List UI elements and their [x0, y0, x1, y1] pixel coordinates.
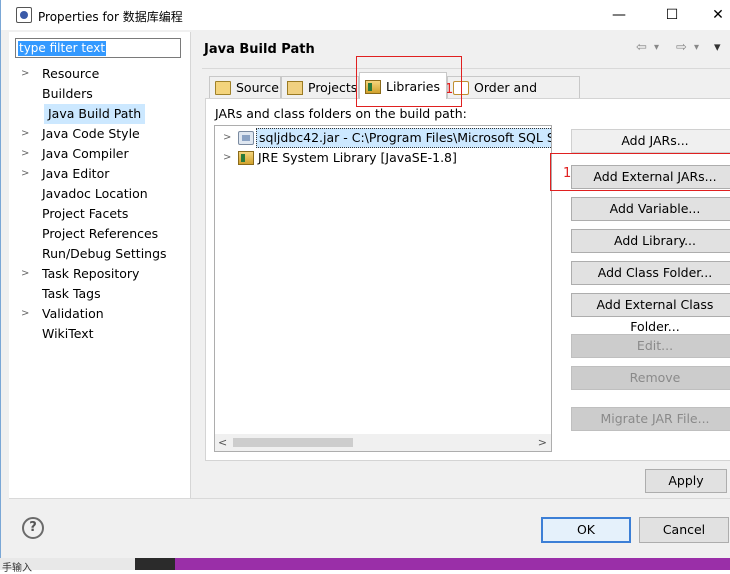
- sidebar-item-task-tags[interactable]: Task Tags: [17, 284, 189, 304]
- expand-arrow-icon[interactable]: >: [21, 124, 31, 144]
- sidebar-item-task-repository[interactable]: > Task Repository: [17, 264, 189, 284]
- background-text: 手输入: [2, 563, 32, 574]
- edit-button[interactable]: Edit...: [571, 334, 730, 358]
- library-entry-jre[interactable]: > JRE System Library [JavaSE-1.8]: [215, 148, 551, 168]
- sidebar-item-java-compiler[interactable]: > Java Compiler: [17, 144, 189, 164]
- sidebar-item-label: Project References: [42, 226, 159, 241]
- add-library-button[interactable]: Add Library...: [571, 229, 730, 253]
- expand-arrow-icon[interactable]: >: [21, 64, 31, 84]
- project-folder-icon: [287, 81, 303, 95]
- library-entry-label: sqljdbc42.jar - C:\Program Files\Microso…: [256, 128, 551, 148]
- scroll-right-icon[interactable]: >: [538, 434, 547, 451]
- add-variable-button[interactable]: Add Variable...: [571, 197, 730, 221]
- expand-arrow-icon[interactable]: >: [21, 264, 31, 284]
- sidebar-item-wikitext[interactable]: WikiText: [17, 324, 189, 344]
- sidebar-item-label: Run/Debug Settings: [42, 246, 167, 261]
- sidebar-item-label: Validation: [42, 306, 104, 321]
- sidebar-item-validation[interactable]: > Validation: [17, 304, 189, 324]
- sidebar-item-label: Resource: [42, 66, 100, 81]
- minimize-button[interactable]: —: [596, 0, 642, 30]
- separator: [9, 498, 730, 499]
- sidebar-item-project-references[interactable]: Project References: [17, 224, 189, 244]
- sidebar-item-label: Java Editor: [42, 166, 110, 181]
- scroll-left-icon[interactable]: <: [218, 434, 227, 451]
- libraries-icon: [365, 80, 381, 94]
- cancel-button[interactable]: Cancel: [639, 517, 729, 543]
- library-tree[interactable]: > sqljdbc42.jar - C:\Program Files\Micro…: [214, 125, 552, 452]
- tab-label: Projects: [308, 80, 358, 95]
- add-class-folder-button[interactable]: Add Class Folder...: [571, 261, 730, 285]
- source-folder-icon: [215, 81, 231, 95]
- tab-projects[interactable]: Projects: [281, 76, 359, 98]
- sidebar-item-javadoc-location[interactable]: Javadoc Location: [17, 184, 189, 204]
- remove-button[interactable]: Remove: [571, 366, 730, 390]
- sidebar-item-label: Java Code Style: [42, 126, 140, 141]
- expand-arrow-icon[interactable]: >: [21, 304, 31, 324]
- expand-arrow-icon[interactable]: >: [223, 148, 231, 168]
- sidebar-item-label: Project Facets: [42, 206, 129, 221]
- title-bar: Properties for 数据库编程 — ☐ ✕: [1, 0, 730, 30]
- horizontal-scrollbar[interactable]: < >: [215, 434, 551, 451]
- migrate-jar-button[interactable]: Migrate JAR File...: [571, 407, 730, 431]
- build-path-label: JARs and class folders on the build path…: [215, 106, 467, 121]
- sidebar-item-label: Javadoc Location: [42, 186, 148, 201]
- properties-dialog: Properties for 数据库编程 — ☐ ✕ type filter t…: [0, 0, 730, 560]
- scrollbar-thumb[interactable]: [233, 438, 353, 447]
- expand-arrow-icon[interactable]: >: [21, 144, 31, 164]
- tab-order-and-export[interactable]: Order and Export: [447, 76, 580, 115]
- forward-arrow-icon[interactable]: ⇨: [676, 40, 687, 55]
- sidebar-item-label: Java Compiler: [42, 146, 129, 161]
- window-title: Properties for 数据库编程: [38, 10, 183, 24]
- page-navigation: ⇦ ▾ ⇨ ▾ ▾: [634, 40, 730, 58]
- sidebar-item-label: WikiText: [42, 326, 94, 341]
- sidebar-item-label: Builders: [42, 86, 93, 101]
- expand-arrow-icon[interactable]: >: [223, 128, 231, 148]
- sidebar-item-java-editor[interactable]: > Java Editor: [17, 164, 189, 184]
- tab-label: Libraries: [386, 79, 440, 94]
- library-entry-label: JRE System Library [JavaSE-1.8]: [258, 150, 457, 165]
- ok-button[interactable]: OK: [541, 517, 631, 543]
- page-title: Java Build Path: [204, 42, 315, 57]
- sidebar-item-java-build-path[interactable]: Java Build Path: [17, 104, 189, 124]
- tab-libraries[interactable]: Libraries: [359, 72, 447, 99]
- sidebar-item-builders[interactable]: Builders: [17, 84, 189, 104]
- annotation-number: 1: [563, 166, 572, 181]
- sidebar-item-project-facets[interactable]: Project Facets: [17, 204, 189, 224]
- sidebar-item-run-debug-settings[interactable]: Run/Debug Settings: [17, 244, 189, 264]
- sidebar-item-resource[interactable]: > Resource: [17, 64, 189, 84]
- help-icon[interactable]: ?: [22, 517, 44, 539]
- sidebar-item-label: Task Repository: [42, 266, 140, 281]
- background-window-editor: [175, 558, 730, 570]
- property-page-tree: type filter text > Resource Builders Java B…: [9, 32, 191, 498]
- add-external-class-folder-button[interactable]: Add External Class Folder...: [571, 293, 730, 334]
- tab-source[interactable]: Source: [209, 76, 281, 98]
- maximize-button[interactable]: ☐: [649, 0, 695, 30]
- close-button[interactable]: ✕: [695, 0, 730, 30]
- tab-label: Source: [236, 80, 279, 95]
- back-dropdown-icon[interactable]: ▾: [654, 42, 659, 53]
- expand-arrow-icon[interactable]: >: [21, 164, 31, 184]
- sidebar-item-java-code-style[interactable]: > Java Code Style: [17, 124, 189, 144]
- back-arrow-icon[interactable]: ⇦: [636, 40, 647, 55]
- library-icon: [238, 151, 254, 165]
- filter-input-text: type filter text: [18, 41, 107, 56]
- apply-button[interactable]: Apply: [645, 469, 727, 493]
- library-entry-sqljdbc[interactable]: > sqljdbc42.jar - C:\Program Files\Micro…: [215, 128, 551, 148]
- sidebar-item-label: Task Tags: [42, 286, 101, 301]
- add-jars-button[interactable]: Add JARs...: [571, 129, 730, 153]
- separator: [202, 68, 730, 69]
- jar-icon: [238, 131, 254, 145]
- view-menu-icon[interactable]: ▾: [714, 40, 721, 55]
- annotation-box-external-jars: [550, 153, 730, 191]
- forward-dropdown-icon[interactable]: ▾: [694, 42, 699, 53]
- sidebar-item-label: Java Build Path: [44, 104, 146, 124]
- eclipse-app-icon: [16, 7, 32, 23]
